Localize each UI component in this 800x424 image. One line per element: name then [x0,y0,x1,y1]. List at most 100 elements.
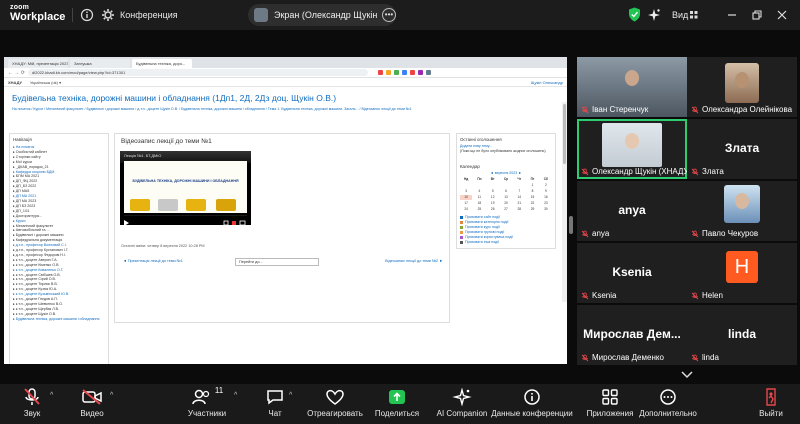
calendar-day[interactable]: 15 [526,195,538,200]
scrollbar-thumb[interactable] [563,104,566,164]
breadcrumb[interactable]: На початок / Курси / Механічний факульте… [4,103,567,111]
calendar-day[interactable]: 25 [473,207,485,212]
fullscreen-icon[interactable] [239,220,246,225]
participants-options-caret[interactable]: ^ [234,392,237,399]
audio-button[interactable]: Звук [14,386,50,418]
chat-options-caret[interactable]: ^ [289,392,292,399]
apps-button[interactable]: Приложения [580,386,640,418]
settings-icon[interactable] [223,220,229,225]
calendar-day[interactable]: 23 [540,201,552,206]
extension-icon[interactable] [418,70,423,75]
calendar-day[interactable]: 2 [540,183,552,188]
calendar-day[interactable]: 28 [513,207,525,212]
participant-tile[interactable]: Іван Стеренчук [577,57,687,117]
calendar-day[interactable]: 17 [460,201,472,206]
share-screen-button[interactable]: Поделиться [372,386,422,418]
language-menu[interactable]: Українська (uk) ▾ [30,80,61,85]
calendar-day[interactable]: 1 [526,183,538,188]
calendar-day[interactable]: 7 [513,189,525,194]
calendar-day[interactable]: 21 [513,201,525,206]
split-resize-handle[interactable] [569,216,573,234]
video-button[interactable]: Видео [74,386,110,418]
audio-options-caret[interactable]: ^ [50,392,53,399]
play-icon[interactable] [124,220,129,225]
participant-tile[interactable]: Ksenia Ksenia [577,243,687,303]
extension-icon[interactable] [378,70,383,75]
minimize-icon[interactable] [725,8,739,22]
participant-tile[interactable]: Злата Злата [687,119,797,179]
calendar-day[interactable]: 5 [487,189,499,194]
calendar-day[interactable]: 11 [473,195,485,200]
calendar-day[interactable]: 16 [540,195,552,200]
browser-tab[interactable]: Заглушка [70,59,130,68]
extension-icon[interactable] [402,70,407,75]
calendar-day[interactable]: 3 [460,189,472,194]
extension-icon[interactable] [386,70,391,75]
browser-nav-icons[interactable]: ← → ⟳ [8,70,28,76]
calendar-filter-link[interactable]: Приховати інші події [460,240,552,245]
restore-icon[interactable] [750,8,764,22]
settings-icon[interactable] [101,8,115,22]
extension-icon[interactable] [410,70,415,75]
ai-companion-button[interactable]: AI Companion [430,386,494,418]
extension-icon[interactable] [426,70,431,75]
prev-activity-link[interactable]: ◄ Презентація лекції до теми №1 [123,259,183,263]
react-button[interactable]: Отреагировать [303,386,367,418]
calendar-day[interactable]: 27 [500,207,512,212]
youtube-icon[interactable] [232,221,236,225]
browser-tab[interactable]: ХНАДУ: Мій, презентація 2023 [8,59,68,68]
page-scrollbar[interactable] [562,102,567,302]
view-button[interactable]: Вид [672,10,688,20]
meeting-info-icon[interactable] [80,8,94,22]
calendar-day[interactable]: 22 [526,201,538,206]
nav-tree-item[interactable]: ▸ Будівельна техніка, дорожні машини і о… [13,317,105,322]
calendar-day[interactable]: 29 [526,207,538,212]
video-options-caret[interactable]: ^ [110,392,113,399]
shared-screen[interactable]: ХНАДУ: Мій, презентація 2023 Заглушка Бу… [4,57,567,364]
screen-share-indicator[interactable]: Экран (Олександр Щукін (ХНАДУ ••• [248,4,396,26]
user-menu[interactable]: Щукін Олександр [531,80,563,85]
leave-button[interactable]: Выйти [756,386,786,418]
extension-icon[interactable] [394,70,399,75]
calendar-month[interactable]: ◄ вересня 2023 ► [460,171,552,175]
calendar-day[interactable]: 18 [473,201,485,206]
calendar-day[interactable]: 20 [500,201,512,206]
shield-check-icon[interactable] [628,7,641,22]
calendar-day[interactable]: 10 [460,195,473,200]
calendar-day[interactable]: 6 [500,189,512,194]
jump-to-select[interactable]: Перейти до... [235,258,319,266]
more-button[interactable]: Дополнительно [636,386,700,418]
sparkle-icon[interactable] [647,8,661,22]
participant-tile[interactable]: Мирослав Дем... Мирослав Деменко [577,305,687,365]
browser-tab-active[interactable]: Будівельна техніка, доро... [132,59,192,68]
calendar-day[interactable]: 13 [500,195,512,200]
chevron-down-icon[interactable] [680,369,694,379]
calendar-day[interactable]: 12 [487,195,499,200]
calendar-day[interactable]: 4 [473,189,485,194]
meeting-info-button[interactable]: Данные конференции [490,386,574,418]
next-activity-link[interactable]: Відеозапис лекції до теми №2 ► [385,259,443,263]
video-controls[interactable] [120,215,251,225]
participant-tile[interactable]: anya anya [577,181,687,241]
zoom-logo: zoom Workplace [10,4,66,23]
calendar-day[interactable]: 30 [540,207,552,212]
chat-button[interactable]: Чат [260,386,290,418]
close-icon[interactable] [775,8,789,22]
calendar-day[interactable]: 24 [460,207,472,212]
participant-tile[interactable]: linda linda [687,305,797,365]
calendar-day[interactable]: 26 [487,207,499,212]
calendar-day[interactable]: 19 [487,201,499,206]
calendar-day[interactable]: 8 [526,189,538,194]
more-options-icon[interactable]: ••• [382,8,396,22]
participant-tile[interactable]: Павло Чекуров [687,181,797,241]
calendar-day[interactable]: 14 [513,195,525,200]
participant-tile[interactable]: Олександра Олейнікова [687,57,797,117]
participant-tile[interactable]: H Helen [687,243,797,303]
address-bar[interactable]: dl2022.khadi.kh.com/mod/page/view.php?id… [28,69,368,76]
participants-button[interactable]: 11 Участники [180,386,234,418]
participant-tile[interactable]: Олександр Щукін (ХНАДУ) [577,119,687,179]
video-player[interactable]: Лекція №1. БТ,ДМіО БУДІВЕЛЬНА ТЕХНІКА, Д… [120,151,251,225]
view-grid-icon[interactable] [690,11,698,19]
site-name[interactable]: ХНАДУ [8,80,22,85]
calendar-day[interactable]: 9 [540,189,552,194]
